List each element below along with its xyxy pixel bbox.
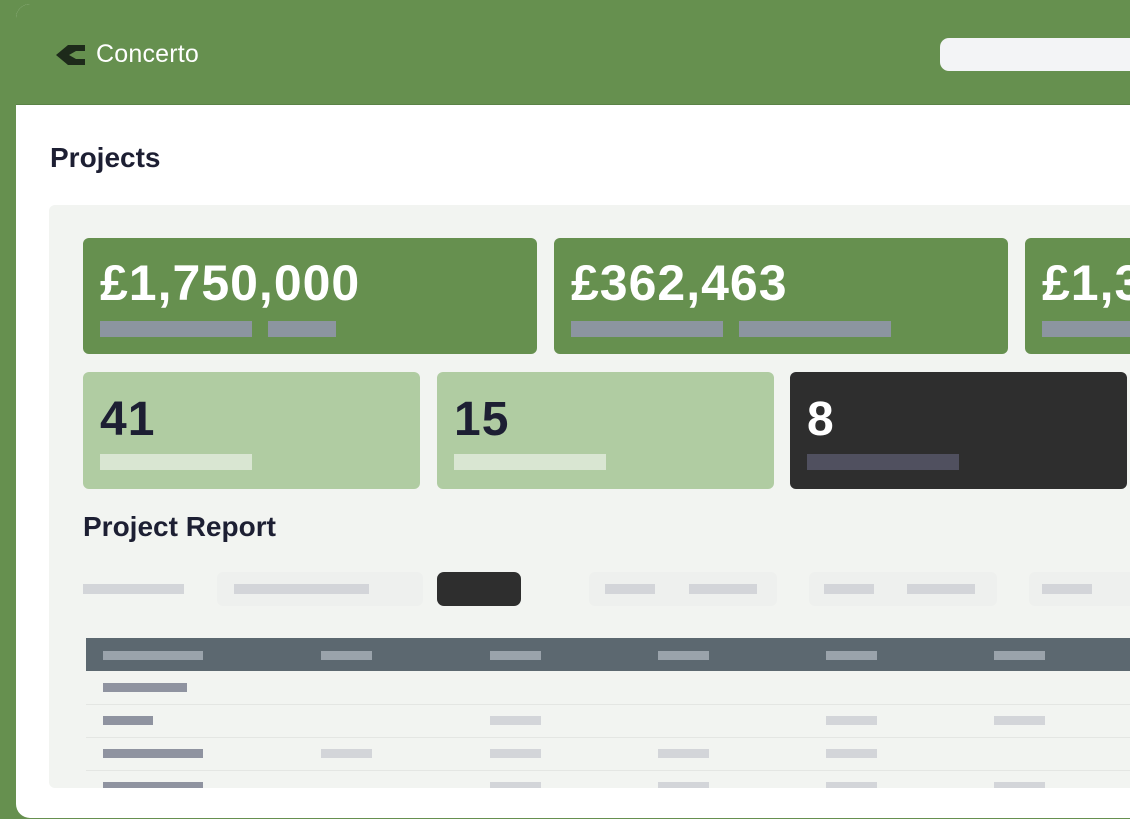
search-input[interactable]	[940, 38, 1130, 71]
column-header-placeholder[interactable]	[321, 651, 372, 660]
summary-label-placeholder	[268, 321, 336, 337]
summary-label-placeholder	[100, 321, 252, 337]
count-value: 15	[454, 393, 510, 446]
summary-label-placeholder	[571, 321, 723, 337]
cell-placeholder	[826, 782, 877, 788]
filter-label-placeholder	[234, 584, 369, 594]
cell-placeholder	[826, 716, 877, 725]
row-key-placeholder	[103, 683, 187, 692]
summary-label-placeholder	[1042, 321, 1130, 337]
row-key-placeholder	[103, 782, 203, 788]
cell-placeholder	[658, 782, 709, 788]
dashboard-panel: £1,750,000 £362,463 £1,3 41 15 8 Project…	[49, 205, 1130, 788]
top-bar: Concerto	[16, 4, 1130, 105]
cell-placeholder	[994, 782, 1045, 788]
count-label-placeholder	[454, 454, 606, 470]
cell-placeholder	[994, 716, 1045, 725]
column-header-placeholder[interactable]	[994, 651, 1045, 660]
app-logo[interactable]: Concerto	[54, 40, 199, 69]
count-card-1[interactable]: 41	[83, 372, 420, 489]
count-label-placeholder	[100, 454, 252, 470]
app-window: Concerto Projects £1,750,000 £362,463 £1…	[16, 4, 1130, 818]
column-header-placeholder[interactable]	[658, 651, 709, 660]
filter-label-placeholder	[907, 584, 975, 594]
table-row[interactable]	[86, 671, 1130, 705]
report-title: Project Report	[83, 511, 276, 542]
summary-label-placeholder	[739, 321, 891, 337]
cell-placeholder	[490, 782, 541, 788]
count-value: 41	[100, 393, 156, 446]
filter-label-placeholder	[83, 584, 184, 594]
table-header	[86, 638, 1130, 671]
table-row[interactable]	[86, 704, 1130, 738]
summary-value: £1,3	[1042, 255, 1130, 311]
table-row[interactable]	[86, 770, 1130, 788]
column-header-placeholder[interactable]	[103, 651, 203, 660]
app-name: Concerto	[96, 40, 200, 68]
table-row[interactable]	[86, 737, 1130, 771]
row-key-placeholder	[103, 716, 153, 725]
count-card-2[interactable]: 15	[437, 372, 774, 489]
filter-label-placeholder	[1042, 584, 1092, 594]
summary-value: £1,750,000	[100, 255, 361, 311]
count-card-3[interactable]: 8	[790, 372, 1127, 489]
count-value: 8	[807, 393, 835, 446]
cell-placeholder	[490, 716, 541, 725]
column-header-placeholder[interactable]	[490, 651, 541, 660]
summary-card-1[interactable]: £1,750,000	[83, 238, 537, 354]
summary-card-3[interactable]: £1,3	[1025, 238, 1130, 354]
cell-placeholder	[321, 749, 372, 758]
count-label-placeholder	[807, 454, 959, 470]
column-header-placeholder[interactable]	[826, 651, 877, 660]
cell-placeholder	[826, 749, 877, 758]
cell-placeholder	[658, 749, 709, 758]
summary-value: £362,463	[571, 255, 788, 311]
filter-label-placeholder	[824, 584, 874, 594]
filter-active-button[interactable]	[437, 572, 521, 606]
cell-placeholder	[490, 749, 541, 758]
filter-label-placeholder	[605, 584, 655, 594]
concerto-logo-icon	[56, 44, 85, 65]
summary-card-2[interactable]: £362,463	[554, 238, 1008, 354]
page-title: Projects	[50, 142, 161, 173]
row-key-placeholder	[103, 749, 203, 758]
filter-label-placeholder	[689, 584, 757, 594]
